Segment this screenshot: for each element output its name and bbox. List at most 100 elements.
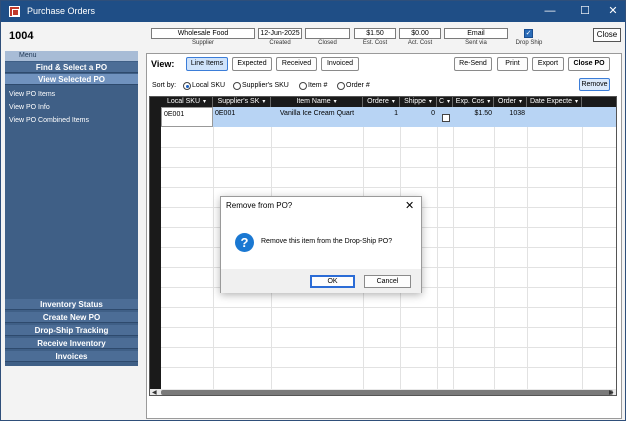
- sent-via-label: Sent via: [465, 40, 487, 46]
- cell-order[interactable]: 1038: [494, 107, 527, 127]
- sidebar-link-view-po-info[interactable]: View PO Info: [9, 104, 50, 111]
- dialog-close-icon[interactable]: ✕: [405, 199, 414, 212]
- sort-arrow-icon: ▾: [391, 99, 395, 105]
- scroll-right-icon[interactable]: ▶: [609, 389, 614, 395]
- col-header-label: C: [438, 98, 445, 105]
- col-header-label: Order: [498, 98, 516, 105]
- sort-order-number-radio[interactable]: [337, 82, 345, 90]
- cell-date-expected[interactable]: [527, 107, 582, 127]
- sidebar-link-view-po-items[interactable]: View PO Items: [9, 91, 55, 98]
- grid-line: [161, 187, 616, 188]
- sort-supplier-sku-radio[interactable]: [233, 82, 241, 90]
- dialog-message: Remove this item from the Drop-Ship PO?: [261, 238, 393, 245]
- supplier-field[interactable]: Wholesale Food: [151, 28, 255, 39]
- cell-local-sku[interactable]: 0E001: [161, 107, 213, 127]
- drop-ship-label: Drop Ship: [515, 40, 543, 46]
- sent-via-field[interactable]: Email: [444, 28, 508, 39]
- col-header-ordered[interactable]: Ordere ▾: [363, 97, 400, 107]
- sidebar-item-create-new-po[interactable]: Create New PO: [5, 312, 138, 323]
- col-header-label: Local SKU: [166, 98, 201, 105]
- act-cost-field[interactable]: $0.00: [399, 28, 441, 39]
- row-selector-column[interactable]: [150, 97, 161, 395]
- cell-shipped[interactable]: 0: [400, 107, 437, 127]
- sort-by-label: Sort by:: [152, 82, 177, 89]
- window-title: Purchase Orders: [27, 6, 96, 16]
- sidebar-link-view-po-combined-items[interactable]: View PO Combined Items: [9, 117, 89, 124]
- col-header-label: Supplier's SK: [217, 98, 260, 105]
- col-header-date-expected[interactable]: Date Expecte ▾: [527, 97, 582, 107]
- cell-supplier-sku[interactable]: 0E001: [213, 107, 271, 127]
- maximize-button[interactable]: ☐: [571, 3, 599, 20]
- drop-ship-checkbox[interactable]: ✓: [524, 29, 533, 38]
- tab-line-items[interactable]: Line Items: [186, 57, 228, 71]
- col-header-order[interactable]: Order ▾: [494, 97, 527, 107]
- sort-arrow-icon: ▾: [518, 99, 522, 105]
- act-cost-label: Act. Cost: [407, 40, 433, 46]
- closed-label: Closed: [318, 40, 337, 46]
- supplier-label: Supplier: [191, 40, 214, 46]
- col-header-local-sku[interactable]: Local SKU ▾: [161, 97, 213, 107]
- sidebar-item-find-select-po[interactable]: Find & Select a PO: [5, 62, 138, 73]
- close-button[interactable]: Close: [593, 28, 621, 42]
- col-header-shipped[interactable]: Shippe ▾: [400, 97, 437, 107]
- est-cost-field[interactable]: $1.50: [354, 28, 396, 39]
- sort-supplier-sku-label[interactable]: Supplier's SKU: [242, 82, 289, 89]
- grid-line: [161, 347, 616, 348]
- sort-order-number-label[interactable]: Order #: [346, 82, 370, 89]
- cell-ordered[interactable]: 1: [363, 107, 400, 127]
- sort-arrow-icon: ▾: [262, 99, 266, 105]
- col-header-supplier-sku[interactable]: Supplier's SK ▾: [213, 97, 271, 107]
- tab-expected[interactable]: Expected: [232, 57, 272, 71]
- col-header-exp-cost[interactable]: Exp. Cos ▾: [453, 97, 494, 107]
- cell-closed-checkbox[interactable]: [442, 114, 450, 122]
- horizontal-scrollbar[interactable]: ◀ ▶: [150, 389, 616, 395]
- resend-button[interactable]: Re-Send: [454, 57, 492, 71]
- col-header-label: Shippe: [404, 98, 426, 105]
- sidebar-item-receive-inventory[interactable]: Receive Inventory: [5, 338, 138, 349]
- sidebar-item-drop-ship-tracking[interactable]: Drop-Ship Tracking: [5, 325, 138, 336]
- created-field[interactable]: 12-Jun-2025: [258, 28, 302, 39]
- purchase-orders-window: Purchase Orders — ☐ ✕ 1004 Wholesale Foo…: [0, 0, 626, 421]
- scrollbar-thumb[interactable]: [161, 390, 613, 395]
- sort-arrow-icon: ▾: [428, 99, 432, 105]
- po-number: 1004: [9, 30, 34, 42]
- scroll-left-icon[interactable]: ◀: [152, 389, 157, 395]
- app-icon: [9, 6, 20, 17]
- dialog-footer: OK Cancel: [221, 269, 421, 293]
- col-header-closed[interactable]: C ▾: [437, 97, 453, 107]
- sort-arrow-icon: ▾: [487, 99, 491, 105]
- question-icon: ?: [235, 233, 254, 252]
- col-header-label: Exp. Cos: [455, 98, 485, 105]
- ok-button[interactable]: OK: [310, 275, 355, 288]
- export-button[interactable]: Export: [532, 57, 564, 71]
- menu-header: Menu: [5, 51, 138, 61]
- col-header-label: Ordere: [367, 98, 389, 105]
- remove-button[interactable]: Remove: [579, 78, 610, 91]
- sort-arrow-icon: ▾: [333, 99, 337, 105]
- col-header-item-name[interactable]: Item Name ▾: [271, 97, 363, 107]
- tab-invoiced[interactable]: Invoiced: [321, 57, 359, 71]
- grid-line: [161, 367, 616, 368]
- print-button[interactable]: Print: [497, 57, 528, 71]
- dialog-title: Remove from PO?: [226, 201, 293, 210]
- sort-item-number-radio[interactable]: [299, 82, 307, 90]
- sort-item-number-label[interactable]: Item #: [308, 82, 327, 89]
- closed-field[interactable]: [305, 28, 350, 39]
- grid-line: [161, 147, 616, 148]
- sidebar-item-view-selected-po[interactable]: View Selected PO: [5, 74, 138, 85]
- remove-confirm-dialog: Remove from PO? ✕ ? Remove this item fro…: [220, 196, 422, 293]
- grid-line: [161, 307, 616, 308]
- minimize-button[interactable]: —: [536, 3, 564, 20]
- grid-header: Local SKU ▾ Supplier's SK ▾ Item Name ▾ Ord…: [150, 97, 616, 107]
- close-po-button[interactable]: Close PO: [568, 57, 610, 71]
- cancel-button[interactable]: Cancel: [364, 275, 411, 288]
- window-close-button[interactable]: ✕: [599, 3, 626, 20]
- grid-line: [161, 327, 616, 328]
- cell-item-name[interactable]: Vanilla Ice Cream Quart: [271, 107, 363, 127]
- sidebar-item-invoices[interactable]: Invoices: [5, 351, 138, 362]
- cell-exp-cost[interactable]: $1.50: [453, 107, 494, 127]
- sort-local-sku-radio[interactable]: [183, 82, 191, 90]
- tab-received[interactable]: Received: [276, 57, 317, 71]
- sidebar-item-inventory-status[interactable]: Inventory Status: [5, 299, 138, 310]
- sort-local-sku-label[interactable]: Local SKU: [192, 82, 225, 89]
